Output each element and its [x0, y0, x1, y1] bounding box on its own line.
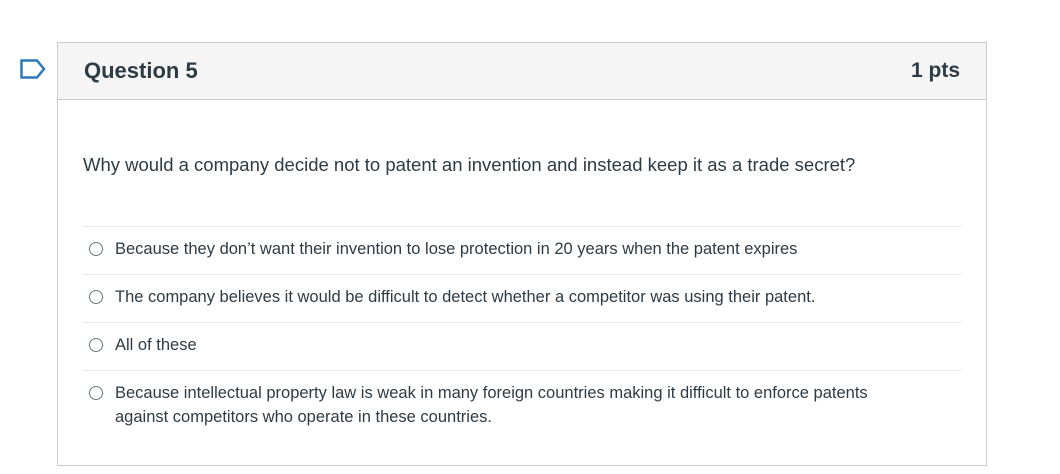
answer-option[interactable]: The company believes it would be difficu… [83, 275, 962, 323]
radio-button-icon[interactable] [89, 386, 103, 400]
answer-label[interactable]: Because intellectual property law is wea… [115, 381, 925, 429]
radio-button-icon[interactable] [89, 242, 103, 256]
answer-list: Because they don’t want their invention … [83, 226, 962, 442]
quiz-page: Question 5 1 pts Why would a company dec… [0, 0, 1060, 474]
radio-button-icon[interactable] [89, 338, 103, 352]
answer-label[interactable]: All of these [115, 333, 197, 357]
question-body: Why would a company decide not to patent… [58, 153, 986, 442]
question-header: Question 5 1 pts [58, 43, 986, 100]
answer-label[interactable]: Because they don’t want their invention … [115, 237, 797, 261]
flag-question-icon[interactable] [20, 59, 46, 79]
answer-option[interactable]: All of these [83, 323, 962, 371]
answer-option[interactable]: Because intellectual property law is wea… [83, 371, 962, 442]
question-points: 1 pts [910, 59, 960, 82]
answer-option[interactable]: Because they don’t want their invention … [83, 227, 962, 275]
answer-label[interactable]: The company believes it would be difficu… [115, 285, 815, 309]
question-card: Question 5 1 pts Why would a company dec… [57, 42, 987, 466]
question-title: Question 5 [84, 58, 198, 83]
radio-button-icon[interactable] [89, 290, 103, 304]
question-text: Why would a company decide not to patent… [83, 154, 856, 175]
